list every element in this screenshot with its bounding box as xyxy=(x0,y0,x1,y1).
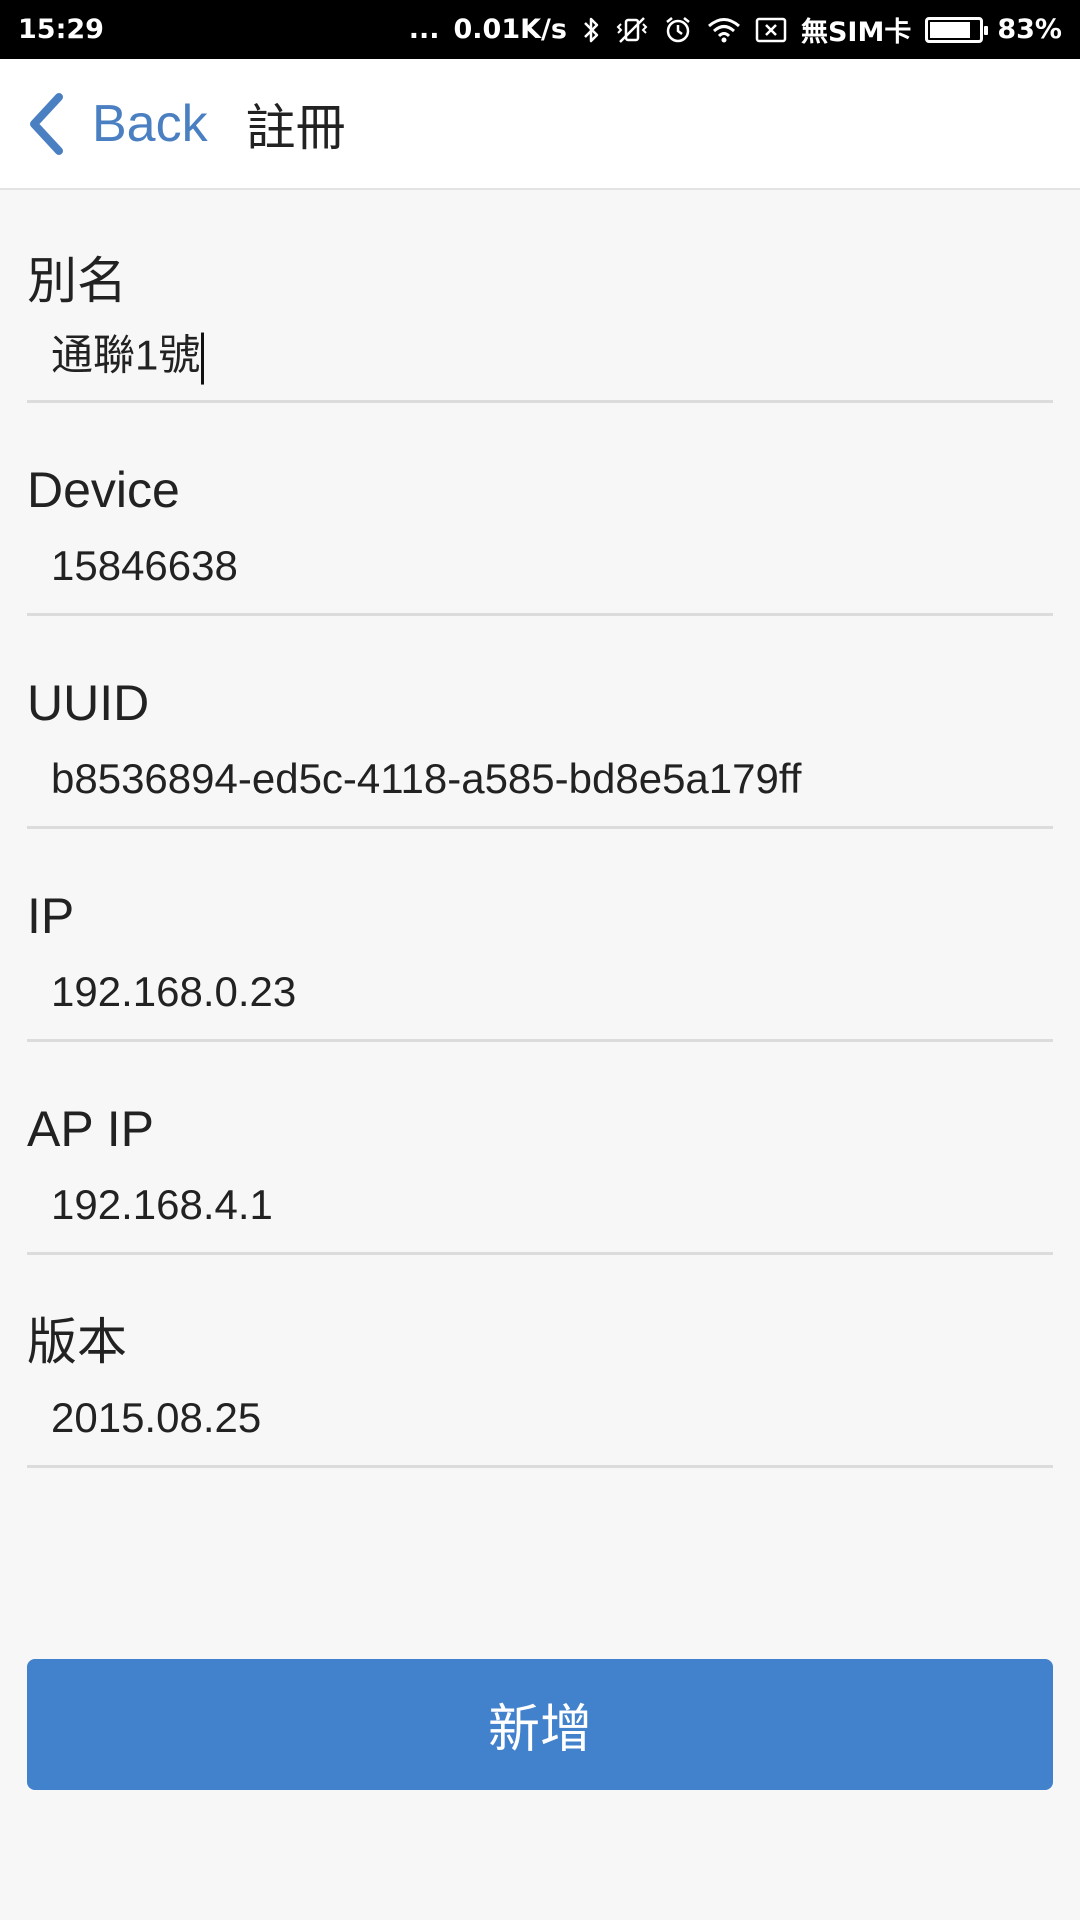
status-time: 15:29 xyxy=(18,14,104,45)
nav-header: Back 註冊 xyxy=(0,59,1080,190)
alias-input[interactable]: 通聯1號 xyxy=(51,322,205,385)
device-label: Device xyxy=(27,462,180,518)
ap-ip-field: AP IP 192.168.4.1 xyxy=(27,1042,1053,1255)
ip-input[interactable]: 192.168.0.23 xyxy=(51,968,296,1016)
chevron-left-icon xyxy=(30,92,63,155)
version-label: 版本 xyxy=(27,1314,127,1370)
status-battery-percent: 83% xyxy=(997,14,1062,45)
bluetooth-icon xyxy=(581,15,601,45)
alias-field: 別名 通聯1號 xyxy=(27,190,1053,403)
battery-icon xyxy=(925,16,989,43)
no-sim-icon xyxy=(755,16,787,44)
ip-label: IP xyxy=(27,888,75,944)
register-form: 別名 通聯1號 Device 15846638 UUID b8536894-ed… xyxy=(27,190,1053,1468)
version-input[interactable]: 2015.08.25 xyxy=(51,1394,261,1442)
uuid-input[interactable]: b8536894-ed5c-4118-a585-bd8e5a179ff xyxy=(51,755,801,803)
vibrate-icon xyxy=(615,15,649,45)
alarm-icon xyxy=(663,15,693,45)
alias-label: 別名 xyxy=(27,253,127,309)
device-input[interactable]: 15846638 xyxy=(51,542,238,590)
status-more-dots: ... xyxy=(408,14,440,45)
ip-field: IP 192.168.0.23 xyxy=(27,829,1053,1042)
status-sim-text: 無SIM卡 xyxy=(800,17,912,48)
version-field: 版本 2015.08.25 xyxy=(27,1255,1053,1468)
text-caret xyxy=(201,332,205,385)
ap-ip-input[interactable]: 192.168.4.1 xyxy=(51,1181,273,1229)
add-button-label: 新增 xyxy=(487,1701,592,1759)
device-field: Device 15846638 xyxy=(27,403,1053,616)
ap-ip-label: AP IP xyxy=(27,1101,154,1157)
alias-value: 通聯1號 xyxy=(51,331,201,379)
back-button[interactable]: Back xyxy=(26,92,208,156)
status-bar: 15:29 ... 0.01K/s 無SIM卡 83% xyxy=(0,0,1080,59)
wifi-icon xyxy=(707,16,741,44)
back-label: Back xyxy=(92,94,208,153)
add-button[interactable]: 新增 xyxy=(27,1659,1053,1790)
uuid-field: UUID b8536894-ed5c-4118-a585-bd8e5a179ff xyxy=(27,616,1053,829)
uuid-label: UUID xyxy=(27,675,150,731)
page-title: 註冊 xyxy=(245,99,346,156)
status-network-speed: 0.01K/s xyxy=(453,14,567,45)
